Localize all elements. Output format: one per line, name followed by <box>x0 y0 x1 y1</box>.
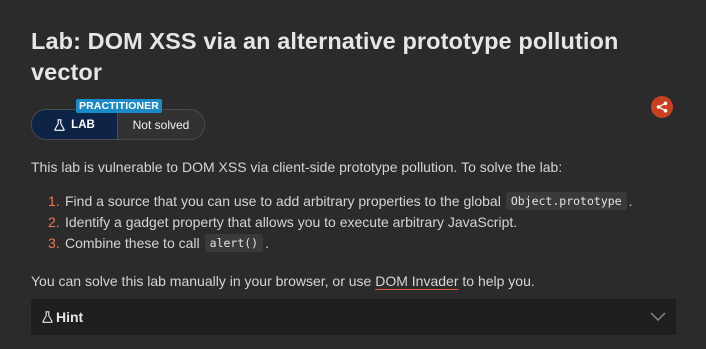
level-badge: PRACTITIONER <box>76 99 162 113</box>
step-text: Find a source that you can use to add ar… <box>65 192 501 209</box>
step-number: 1. <box>48 192 60 209</box>
step-number: 2. <box>48 213 60 230</box>
step-suffix: . <box>265 234 269 251</box>
lab-type-label: LAB <box>71 118 95 131</box>
outro-suffix: to help you. <box>462 273 535 289</box>
lab-page: Lab: DOM XSS via an alternative prototyp… <box>0 0 706 349</box>
chevron-down-icon[interactable] <box>650 312 666 322</box>
lab-outro: You can solve this lab manually in your … <box>31 273 535 289</box>
list-item: 1. Find a source that you can use to add… <box>31 190 632 211</box>
code-alert: alert() <box>204 233 264 252</box>
step-suffix: . <box>628 192 633 209</box>
page-title: Lab: DOM XSS via an alternative prototyp… <box>31 28 619 85</box>
step-number: 3. <box>48 234 60 251</box>
steps-list: 1. Find a source that you can use to add… <box>31 190 632 253</box>
outro-text: You can solve this lab manually in your … <box>31 273 372 289</box>
share-button[interactable] <box>651 96 673 118</box>
hint-toggle[interactable]: Hint <box>31 299 676 335</box>
list-item: 3. Combine these to call alert() . <box>31 232 632 253</box>
dom-invader-link[interactable]: DOM Invader <box>375 273 458 289</box>
hint-label: Hint <box>56 309 84 325</box>
lab-status-badge: PRACTITIONER LAB Not solved <box>31 99 205 140</box>
flask-icon <box>54 118 65 131</box>
lab-type-badge: PRACTITIONER LAB <box>32 99 162 139</box>
step-text: Combine these to call <box>65 234 200 251</box>
share-icon <box>656 101 668 113</box>
list-item: 2. Identify a gadget property that allow… <box>31 211 632 232</box>
lab-intro: This lab is vulnerable to DOM XSS via cl… <box>31 159 563 175</box>
flask-icon <box>42 311 53 323</box>
solved-status: Not solved <box>117 110 204 139</box>
code-object-prototype: Object.prototype <box>505 191 627 210</box>
step-text: Identify a gadget property that allows y… <box>65 213 518 230</box>
